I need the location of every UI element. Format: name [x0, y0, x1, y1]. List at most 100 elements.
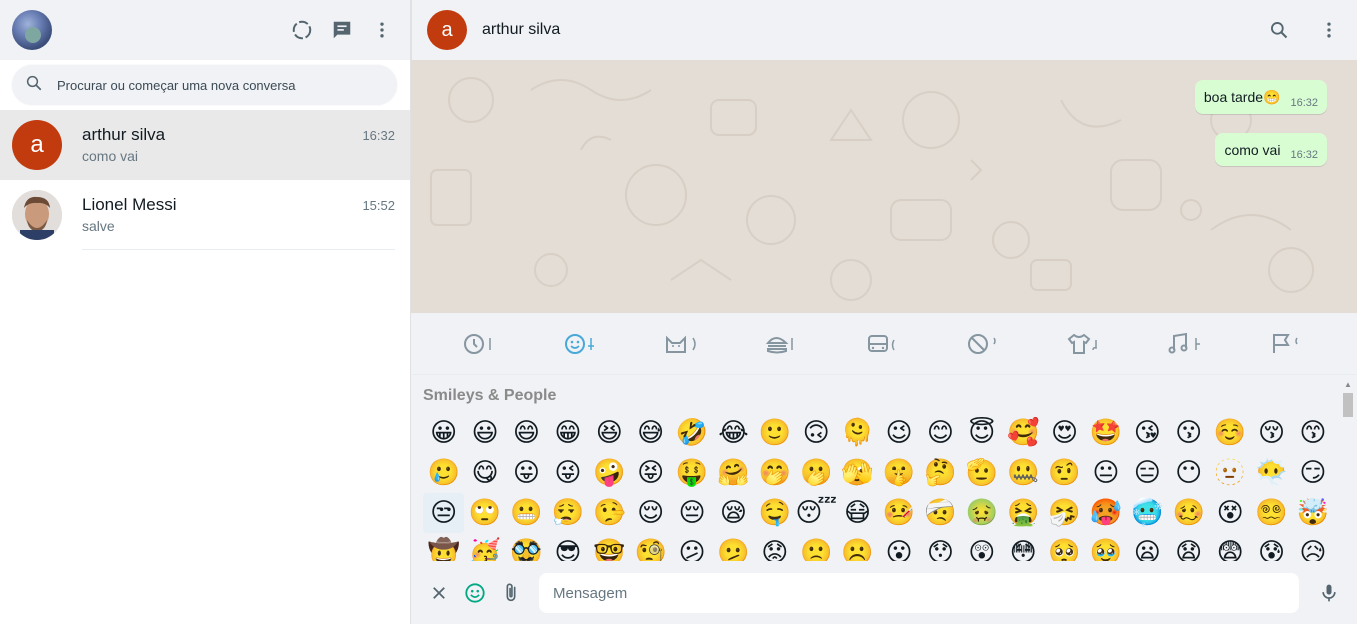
emoji-button[interactable]: 🫢 — [796, 453, 837, 493]
emoji-button[interactable]: 😁 — [547, 413, 588, 453]
new-chat-icon[interactable] — [330, 18, 354, 42]
emoji-button[interactable]: ☺️ — [1209, 413, 1250, 453]
emoji-button[interactable]: 🙃 — [796, 413, 837, 453]
emoji-button[interactable]: 😒 — [423, 493, 465, 533]
emoji-button[interactable]: 🤮 — [1002, 493, 1043, 533]
emoji-button[interactable]: 😥 — [1292, 533, 1333, 561]
menu-icon[interactable] — [370, 18, 394, 42]
emoji-button[interactable]: ☹️ — [837, 533, 878, 561]
close-emoji-panel-icon[interactable] — [427, 581, 451, 605]
emoji-button[interactable]: 🤨 — [1044, 453, 1085, 493]
contact-name[interactable]: arthur silva — [482, 21, 560, 39]
emoji-button[interactable]: 😂 — [713, 413, 754, 453]
scrollbar-thumb[interactable] — [1343, 393, 1353, 417]
emoji-button[interactable]: 😍 — [1044, 413, 1085, 453]
chat-list-item[interactable]: Lionel Messi 15:52 salve — [0, 180, 410, 250]
bus-icon[interactable] — [834, 324, 935, 364]
food-icon[interactable] — [733, 324, 834, 364]
emoji-button[interactable]: 😉 — [878, 413, 919, 453]
emoji-button[interactable]: 🫤 — [713, 533, 754, 561]
chat-list-item[interactable]: a arthur silva 16:32 como vai — [0, 110, 410, 180]
emoji-button[interactable]: 😇 — [961, 413, 1002, 453]
conversation-menu-icon[interactable] — [1317, 18, 1341, 42]
emoji-button[interactable]: 🥰 — [1002, 413, 1043, 453]
smiley-icon[interactable] — [532, 324, 633, 364]
emoji-button[interactable]: 😲 — [961, 533, 1002, 561]
emoji-button[interactable]: 🫣 — [837, 453, 878, 493]
emoji-button[interactable]: 😶 — [1168, 453, 1209, 493]
emoji-button[interactable]: 🤓 — [589, 533, 630, 561]
emoji-button[interactable]: 🥴 — [1168, 493, 1209, 533]
emoji-button[interactable]: 😷 — [837, 493, 878, 533]
emoji-button[interactable]: 😵‍💫 — [1251, 493, 1292, 533]
search-messages-icon[interactable] — [1267, 18, 1291, 42]
emoji-button[interactable]: 🫥 — [1209, 453, 1250, 493]
emoji-button[interactable]: 🤗 — [713, 453, 754, 493]
shirt-icon[interactable] — [1035, 324, 1136, 364]
emoji-button[interactable]: 😦 — [1127, 533, 1168, 561]
my-profile-avatar[interactable] — [12, 10, 52, 50]
emoji-button[interactable]: 😊 — [920, 413, 961, 453]
emoji-button[interactable]: 😅 — [630, 413, 671, 453]
emoji-button[interactable]: 🤕 — [920, 493, 961, 533]
emoji-button[interactable]: 😛 — [506, 453, 547, 493]
search-input[interactable] — [57, 77, 377, 93]
emoji-button[interactable]: 🤧 — [1044, 493, 1085, 533]
emoji-button[interactable]: 🤥 — [589, 493, 630, 533]
attach-icon[interactable] — [499, 581, 523, 605]
emoji-scrollbar[interactable]: ▲ — [1343, 381, 1353, 561]
emoji-button[interactable]: 🥳 — [464, 533, 505, 561]
emoji-button[interactable]: 😴 — [795, 493, 837, 533]
emoji-button[interactable]: 🫠 — [837, 413, 878, 453]
flag-icon[interactable] — [1236, 324, 1337, 364]
emoji-button[interactable]: 😙 — [1292, 413, 1333, 453]
emoji-button[interactable]: 🙄 — [464, 493, 505, 533]
emoji-button[interactable]: 😟 — [754, 533, 795, 561]
emoji-button[interactable]: 😎 — [547, 533, 588, 561]
emoji-button[interactable]: 😕 — [671, 533, 712, 561]
emoji-button[interactable]: 😯 — [920, 533, 961, 561]
emoji-button[interactable]: 🧐 — [630, 533, 671, 561]
emoji-toggle-icon[interactable] — [463, 581, 487, 605]
scroll-up-arrow-icon[interactable]: ▲ — [1343, 381, 1353, 389]
emoji-button[interactable]: 🥹 — [1085, 533, 1126, 561]
emoji-button[interactable]: 🤠 — [423, 533, 464, 561]
emoji-button[interactable]: 😮 — [878, 533, 919, 561]
recent-icon[interactable] — [431, 324, 532, 364]
emoji-button[interactable]: 🤪 — [589, 453, 630, 493]
emoji-button[interactable]: 😧 — [1168, 533, 1209, 561]
emoji-button[interactable]: 🙂 — [754, 413, 795, 453]
emoji-button[interactable]: 😋 — [464, 453, 505, 493]
emoji-button[interactable]: 😪 — [713, 493, 754, 533]
emoji-button[interactable]: 🤫 — [878, 453, 919, 493]
ball-icon[interactable] — [934, 324, 1035, 364]
emoji-button[interactable]: 😝 — [630, 453, 671, 493]
emoji-button[interactable]: 🤩 — [1085, 413, 1126, 453]
emoji-button[interactable]: 😄 — [506, 413, 547, 453]
status-icon[interactable] — [290, 18, 314, 42]
emoji-button[interactable]: 😌 — [630, 493, 671, 533]
emoji-button[interactable]: 🤔 — [920, 453, 961, 493]
conversation-header[interactable]: a arthur silva — [411, 0, 1357, 60]
emoji-button[interactable]: 😵 — [1209, 493, 1250, 533]
emoji-button[interactable]: 😨 — [1209, 533, 1250, 561]
emoji-button[interactable]: 🤭 — [754, 453, 795, 493]
message-bubble-outgoing[interactable]: boa tarde😁 16:32 — [1194, 80, 1327, 114]
emoji-button[interactable]: 🫡 — [961, 453, 1002, 493]
message-bubble-outgoing[interactable]: como vai 16:32 — [1215, 133, 1327, 166]
music-icon[interactable] — [1136, 324, 1237, 364]
emoji-button[interactable]: 😐 — [1085, 453, 1126, 493]
emoji-button[interactable]: 🤒 — [878, 493, 919, 533]
emoji-button[interactable]: 😘 — [1127, 413, 1168, 453]
emoji-button[interactable]: 🥶 — [1127, 493, 1168, 533]
emoji-button[interactable]: 🤤 — [754, 493, 795, 533]
emoji-button[interactable]: 😃 — [464, 413, 505, 453]
search-icon[interactable] — [25, 74, 43, 97]
emoji-button[interactable]: 🥵 — [1085, 493, 1126, 533]
emoji-button[interactable]: 🤐 — [1002, 453, 1043, 493]
emoji-button[interactable]: 😔 — [671, 493, 712, 533]
contact-avatar[interactable]: a — [427, 10, 467, 50]
microphone-icon[interactable] — [1317, 581, 1341, 605]
emoji-button[interactable]: 🙁 — [796, 533, 837, 561]
emoji-button[interactable]: 🥺 — [1044, 533, 1085, 561]
